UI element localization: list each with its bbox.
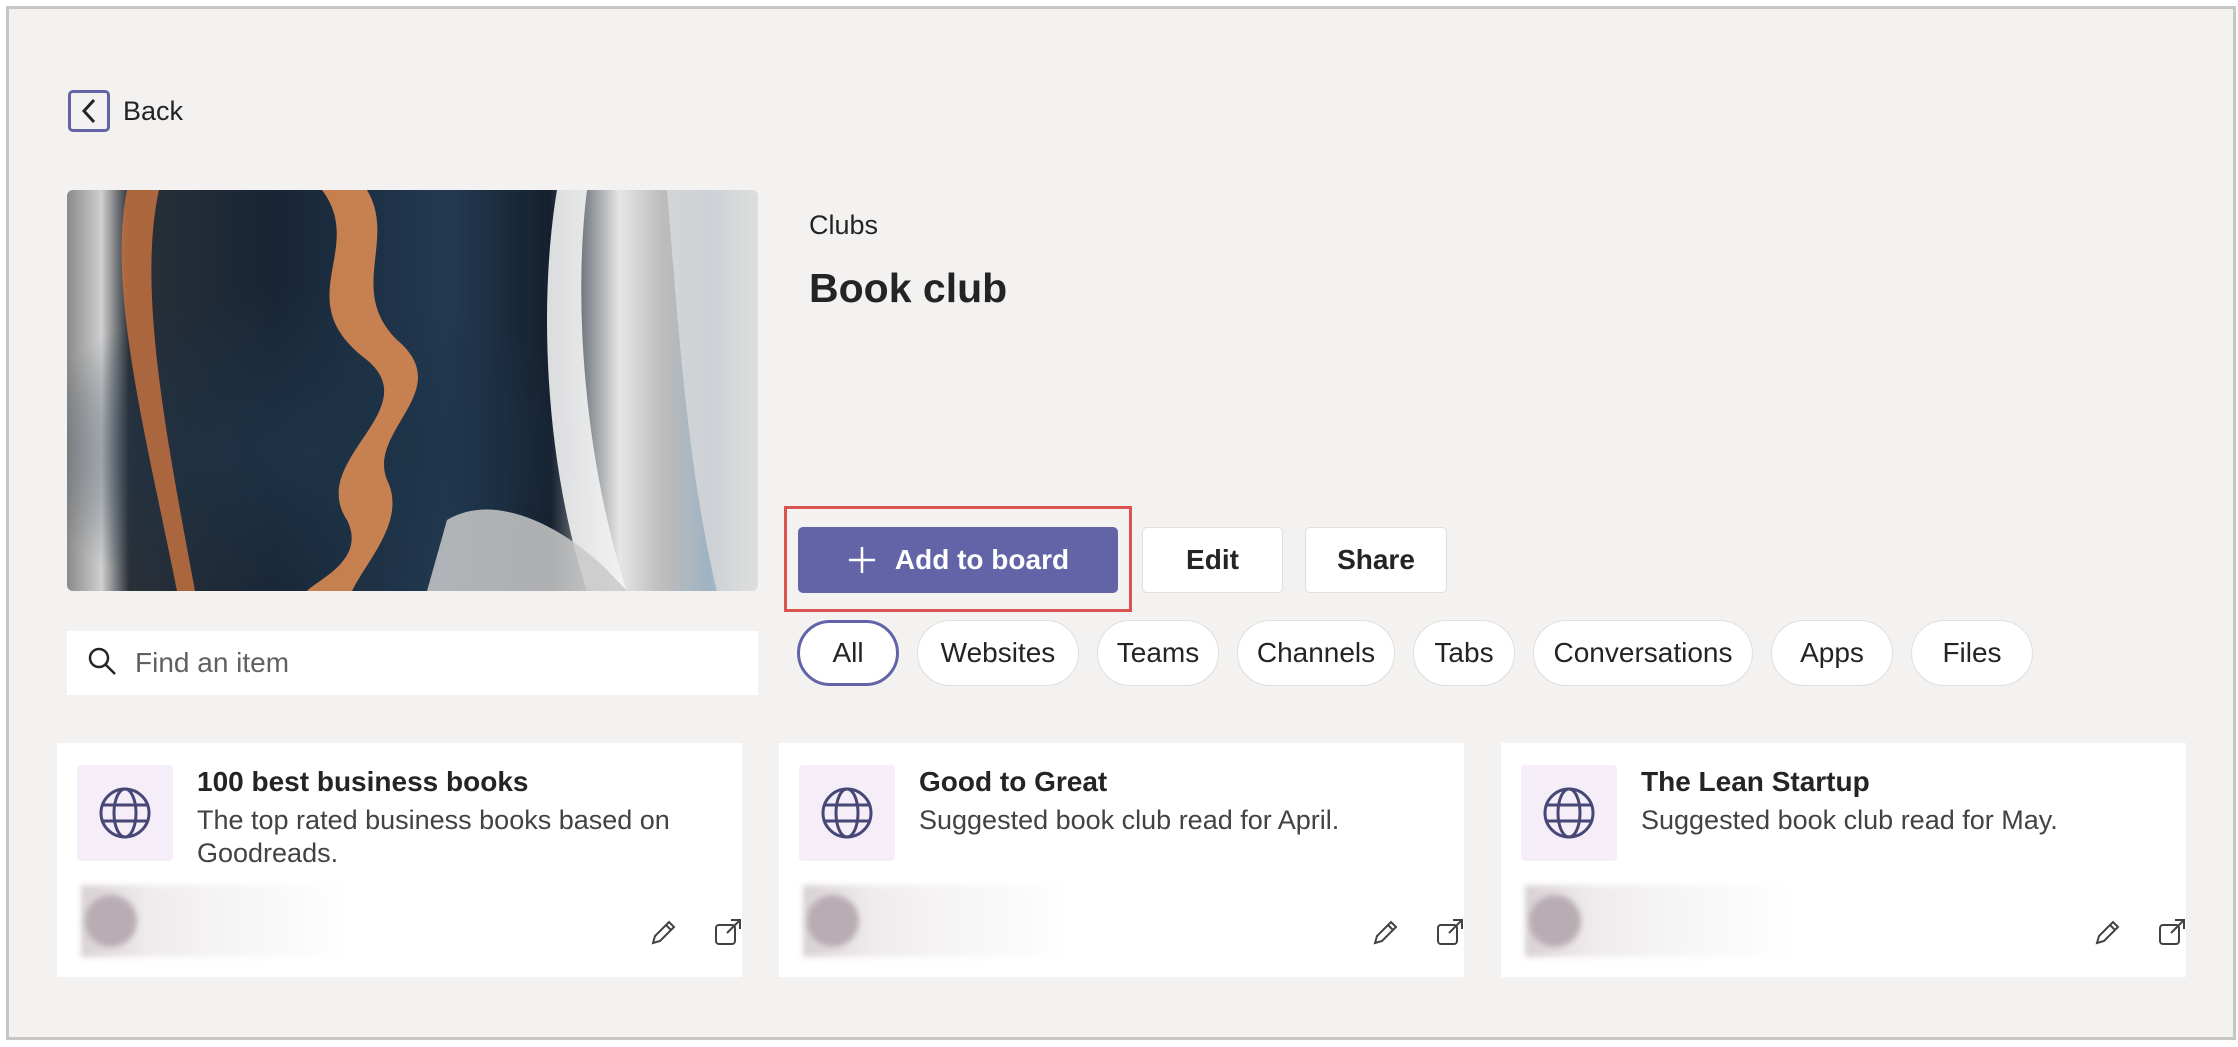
chevron-left-icon [68,90,110,132]
back-label: Back [123,95,184,126]
app-frame: Back Clubs Book club Add to board Edit S… [6,6,2236,1040]
search-icon [87,646,117,681]
card-author [803,885,1073,957]
board-title: Book club [809,265,1008,311]
filter-all[interactable]: All [797,620,899,686]
back-button[interactable]: Back [68,90,183,132]
filter-apps[interactable]: Apps [1771,620,1893,686]
avatar [807,895,859,947]
share-button[interactable]: Share [1305,527,1447,593]
globe-icon [1521,765,1617,861]
card-description: Suggested book club read for April. [919,805,1340,835]
open-external-icon[interactable] [1433,915,1467,949]
card-description: Suggested book club read for May. [1641,805,2058,835]
plus-icon [847,545,877,575]
pencil-icon[interactable] [2091,915,2125,949]
avatar [85,895,137,947]
board-item-card[interactable]: 100 best business books The top rated bu… [57,743,742,977]
card-author [81,885,351,957]
card-title: The Lean Startup [1641,766,1870,797]
open-external-icon[interactable] [2155,915,2189,949]
add-to-board-label: Add to board [894,544,1070,575]
search-input[interactable]: Find an item [67,631,758,695]
globe-icon [77,765,173,861]
filter-tabs[interactable]: Tabs [1413,620,1515,686]
filter-conversations[interactable]: Conversations [1533,620,1753,686]
globe-icon [799,765,895,861]
search-placeholder: Find an item [135,647,290,678]
add-to-board-button[interactable]: Add to board [798,527,1118,593]
edit-button[interactable]: Edit [1142,527,1283,593]
card-author [1525,885,1795,957]
card-title: Good to Great [919,766,1108,797]
open-external-icon[interactable] [711,915,745,949]
avatar [1529,895,1581,947]
board-item-card[interactable]: Good to Great Suggested book club read f… [779,743,1464,977]
filter-teams[interactable]: Teams [1097,620,1219,686]
filter-channels[interactable]: Channels [1237,620,1395,686]
board-category: Clubs [809,210,879,240]
pencil-icon[interactable] [1369,915,1403,949]
filter-websites[interactable]: Websites [917,620,1079,686]
filter-files[interactable]: Files [1911,620,2033,686]
pencil-icon[interactable] [647,915,681,949]
board-item-card[interactable]: The Lean Startup Suggested book club rea… [1501,743,2186,977]
card-title: 100 best business books [197,766,529,797]
card-description: The top rated business books based on Go… [197,805,670,868]
board-cover-image [67,190,758,591]
